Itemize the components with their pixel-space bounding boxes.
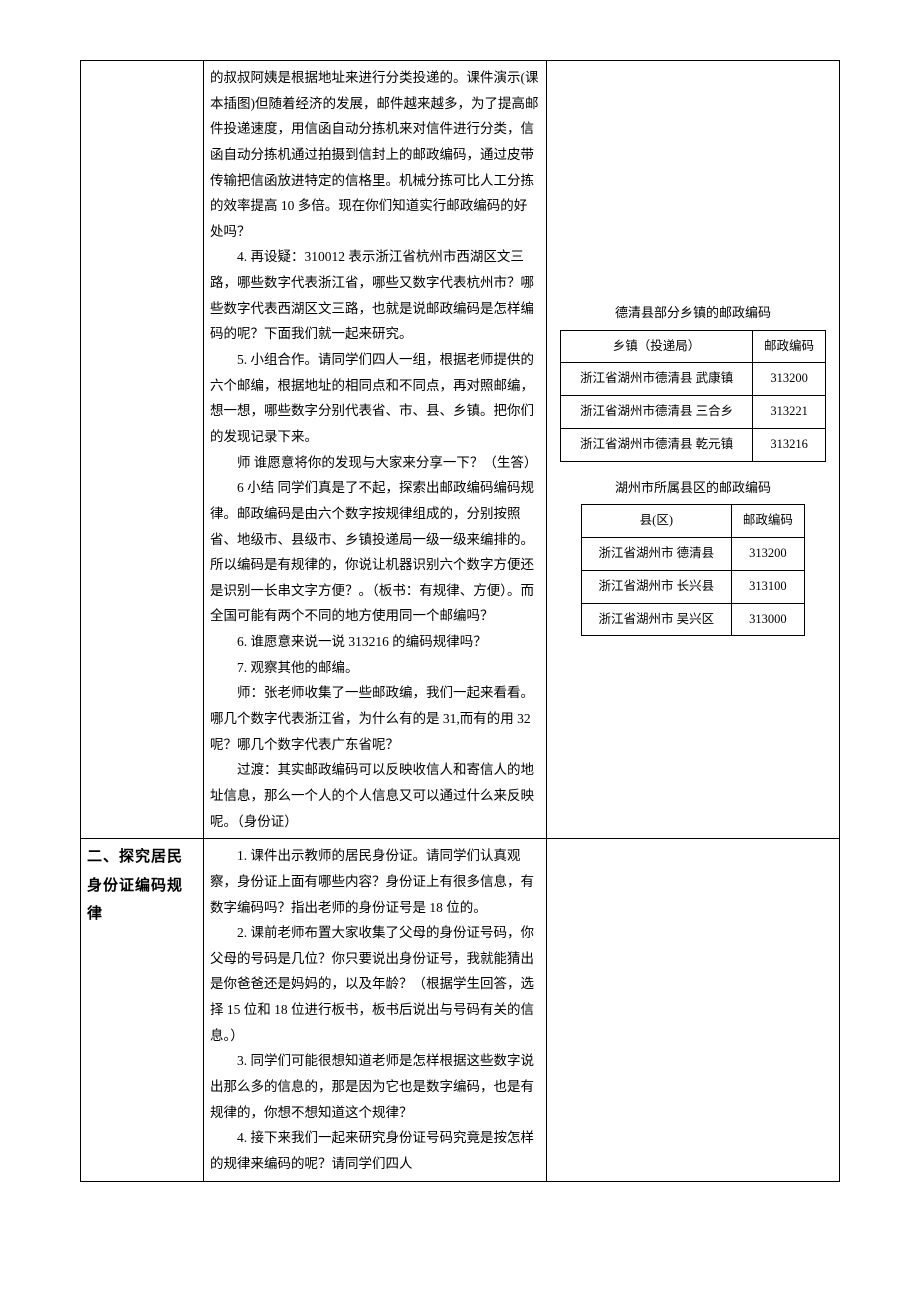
td: 313000 <box>731 603 804 636</box>
td: 浙江省湖州市 德清县 <box>582 538 732 571</box>
side-cell-2 <box>547 839 840 1181</box>
th: 乡镇（投递局） <box>561 330 753 363</box>
paragraph: 师：张老师收集了一些邮政编，我们一起来看看。哪几个数字代表浙江省，为什么有的是 … <box>210 680 540 757</box>
paragraph: 的叔叔阿姨是根据地址来进行分类投递的。课件演示(课本插图)但随着经济的发展，邮件… <box>210 65 540 244</box>
td: 浙江省湖州市 吴兴区 <box>582 603 732 636</box>
td: 313221 <box>753 396 826 429</box>
paragraph: 2. 课前老师布置大家收集了父母的身份证号码，你父母的号码是几位？你只要说出身份… <box>210 920 540 1048</box>
th: 邮政编码 <box>731 505 804 538</box>
inner-table-title-1: 德清县部分乡镇的邮政编码 <box>553 301 833 326</box>
postal-table-2: 县(区) 邮政编码 浙江省湖州市 德清县 313200 浙江省湖州市 长兴县 3… <box>581 504 805 636</box>
td: 313200 <box>753 363 826 396</box>
paragraph: 5. 小组合作。请同学们四人一组，根据老师提供的六个邮编，根据地址的相同点和不同… <box>210 347 540 450</box>
th: 县(区) <box>582 505 732 538</box>
paragraph: 4. 再设疑：310012 表示浙江省杭州市西湖区文三路，哪些数字代表浙江省，哪… <box>210 244 540 347</box>
td: 浙江省湖州市 长兴县 <box>582 570 732 603</box>
td: 浙江省湖州市德清县 武康镇 <box>561 363 753 396</box>
td: 313100 <box>731 570 804 603</box>
th: 邮政编码 <box>753 330 826 363</box>
table-row: 的叔叔阿姨是根据地址来进行分类投递的。课件演示(课本插图)但随着经济的发展，邮件… <box>81 61 840 839</box>
paragraph: 1. 课件出示教师的居民身份证。请同学们认真观察，身份证上面有哪些内容？身份证上… <box>210 843 540 920</box>
section-title-cell-2: 二、探究居民身份证编码规律 <box>81 839 204 1181</box>
table-row: 二、探究居民身份证编码规律 1. 课件出示教师的居民身份证。请同学们认真观察，身… <box>81 839 840 1181</box>
content-cell-2: 1. 课件出示教师的居民身份证。请同学们认真观察，身份证上面有哪些内容？身份证上… <box>204 839 547 1181</box>
paragraph: 师 谁愿意将你的发现与大家来分享一下？（生答） <box>210 450 540 476</box>
postal-table-1: 乡镇（投递局） 邮政编码 浙江省湖州市德清县 武康镇 313200 浙江省湖州市… <box>560 330 826 462</box>
section-title-cell-1 <box>81 61 204 839</box>
lesson-plan-table: 的叔叔阿姨是根据地址来进行分类投递的。课件演示(课本插图)但随着经济的发展，邮件… <box>80 60 840 1182</box>
content-cell-1: 的叔叔阿姨是根据地址来进行分类投递的。课件演示(课本插图)但随着经济的发展，邮件… <box>204 61 547 839</box>
paragraph: 6 小结 同学们真是了不起，探索出邮政编码编码规律。邮政编码是由六个数字按规律组… <box>210 475 540 629</box>
paragraph: 4. 接下来我们一起来研究身份证号码究竟是按怎样的规律来编码的呢？请同学们四人 <box>210 1125 540 1176</box>
paragraph: 7. 观察其他的邮编。 <box>210 655 540 681</box>
paragraph: 过渡：其实邮政编码可以反映收信人和寄信人的地址信息，那么一个人的个人信息又可以通… <box>210 757 540 834</box>
td: 313200 <box>731 538 804 571</box>
td: 浙江省湖州市德清县 三合乡 <box>561 396 753 429</box>
td: 浙江省湖州市德清县 乾元镇 <box>561 428 753 461</box>
td: 313216 <box>753 428 826 461</box>
paragraph: 6. 谁愿意来说一说 313216 的编码规律吗？ <box>210 629 540 655</box>
side-cell-1: 德清县部分乡镇的邮政编码 乡镇（投递局） 邮政编码 浙江省湖州市德清县 武康镇 … <box>547 61 840 839</box>
inner-table-title-2: 湖州市所属县区的邮政编码 <box>553 476 833 501</box>
paragraph: 3. 同学们可能很想知道老师是怎样根据这些数字说出那么多的信息的，那是因为它也是… <box>210 1048 540 1125</box>
